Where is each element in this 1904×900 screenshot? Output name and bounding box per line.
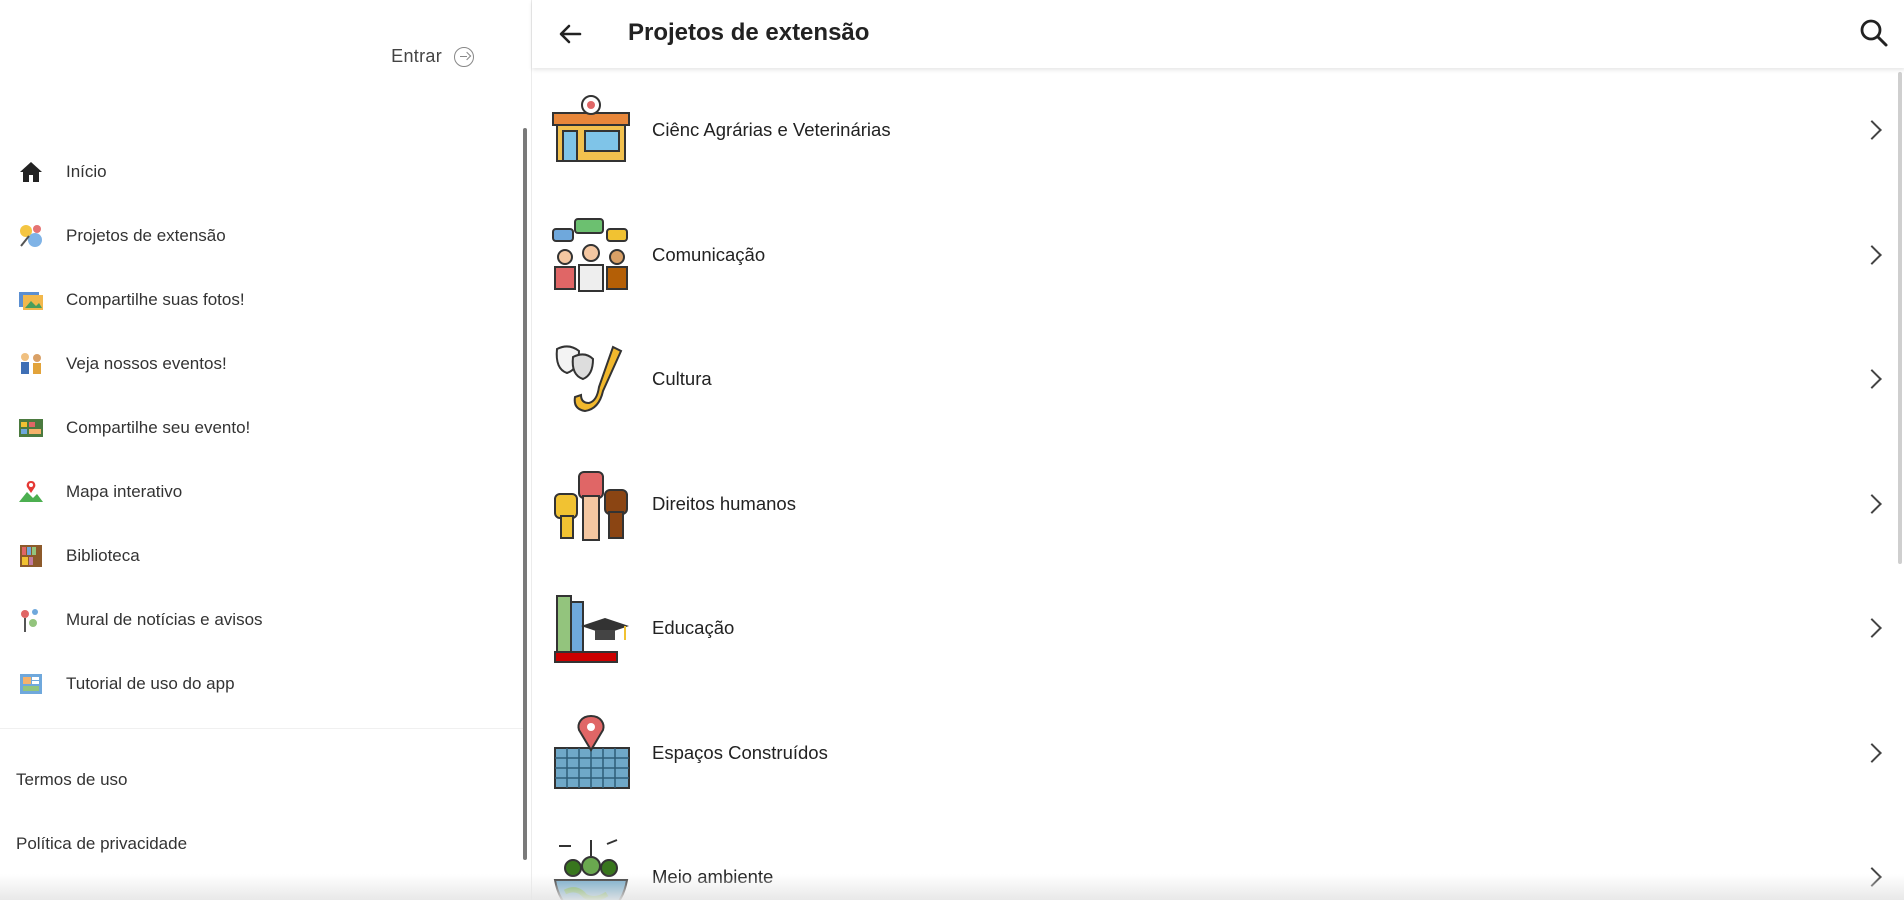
search-icon xyxy=(1860,19,1888,47)
category-list: Ciênc Agrárias e Veterinárias Comunicaçã… xyxy=(532,68,1904,900)
main-content: Projetos de extensão Ciênc Agrárias e Ve… xyxy=(531,0,1904,900)
chevron-right-icon xyxy=(1862,120,1882,141)
sidebar-item-tutorial[interactable]: Tutorial de uso do app xyxy=(0,652,526,716)
environment-plants-icon xyxy=(550,836,632,900)
list-item-meio-ambiente[interactable]: Meio ambiente xyxy=(532,815,1904,900)
category-label: Educação xyxy=(652,617,735,639)
photos-icon xyxy=(16,285,46,315)
list-item-cultura[interactable]: Cultura xyxy=(532,317,1904,442)
communication-people-icon xyxy=(550,214,632,296)
home-icon xyxy=(16,157,46,187)
map-icon xyxy=(16,477,46,507)
list-item-direitos[interactable]: Direitos humanos xyxy=(532,442,1904,567)
terms-link[interactable]: Termos de uso xyxy=(16,748,187,812)
chevron-right-icon xyxy=(1862,493,1882,514)
sidebar-item-mural[interactable]: Mural de notícias e avisos xyxy=(0,588,526,652)
human-rights-fists-icon xyxy=(550,463,632,545)
sidebar-item-label: Projetos de extensão xyxy=(66,226,226,245)
navigation-drawer: Entrar Início Projetos de extensão Compa… xyxy=(0,0,527,900)
page-title: Projetos de extensão xyxy=(628,19,870,46)
built-spaces-map-pin-icon xyxy=(550,712,632,794)
search-button[interactable] xyxy=(1857,16,1891,50)
chevron-right-icon xyxy=(1862,867,1882,888)
sidebar-item-label: Veja nossos eventos! xyxy=(66,354,227,373)
sidebar-item-eventos[interactable]: Veja nossos eventos! xyxy=(0,332,526,396)
drawer-scrollbar[interactable] xyxy=(523,128,527,860)
sidebar-item-label: Biblioteca xyxy=(66,546,140,565)
list-item-agrarias[interactable]: Ciênc Agrárias e Veterinárias xyxy=(532,68,1904,193)
category-label: Ciênc Agrárias e Veterinárias xyxy=(652,119,891,141)
sidebar-item-mapa[interactable]: Mapa interativo xyxy=(0,460,526,524)
projects-icon xyxy=(16,221,46,251)
category-label: Direitos humanos xyxy=(652,492,796,514)
news-icon xyxy=(16,605,46,635)
login-label: Entrar xyxy=(391,46,442,66)
drawer-header: Entrar xyxy=(0,0,526,128)
sidebar-item-fotos[interactable]: Compartilhe suas fotos! xyxy=(0,268,526,332)
share-event-icon xyxy=(16,413,46,443)
tutorial-icon xyxy=(16,669,46,699)
culture-masks-saxophone-icon xyxy=(550,338,632,420)
sidebar-item-compartilhe-evento[interactable]: Compartilhe seu evento! xyxy=(0,396,526,460)
sidebar-item-label: Tutorial de uso do app xyxy=(66,674,235,693)
sidebar-item-projetos[interactable]: Projetos de extensão xyxy=(0,204,526,268)
back-button[interactable] xyxy=(554,18,586,50)
chevron-right-icon xyxy=(1862,618,1882,639)
arrow-left-icon xyxy=(559,24,582,44)
sidebar-item-label: Início xyxy=(66,162,107,181)
library-icon xyxy=(16,541,46,571)
category-label: Cultura xyxy=(652,368,712,390)
drawer-menu: Início Projetos de extensão Compartilhe … xyxy=(0,140,526,716)
sidebar-item-label: Mural de notícias e avisos xyxy=(66,610,263,629)
app-bar: Projetos de extensão xyxy=(532,0,1904,68)
sidebar-item-label: Compartilhe seu evento! xyxy=(66,418,251,437)
list-item-comunicacao[interactable]: Comunicação xyxy=(532,193,1904,318)
sidebar-item-inicio[interactable]: Início xyxy=(0,140,526,204)
drawer-footer: Termos de uso Política de privacidade xyxy=(16,748,187,876)
category-label: Espaços Construídos xyxy=(652,741,828,763)
chevron-right-icon xyxy=(1862,742,1882,763)
sidebar-item-label: Mapa interativo xyxy=(66,482,183,501)
agrarian-store-icon xyxy=(550,89,632,171)
category-label: Meio ambiente xyxy=(652,866,774,888)
privacy-link[interactable]: Política de privacidade xyxy=(16,812,187,876)
events-icon xyxy=(16,349,46,379)
list-item-espacos[interactable]: Espaços Construídos xyxy=(532,691,1904,816)
education-books-cap-icon xyxy=(550,587,632,669)
chevron-right-icon xyxy=(1862,244,1882,265)
category-label: Comunicação xyxy=(652,243,766,265)
login-icon xyxy=(454,46,474,67)
drawer-divider xyxy=(0,728,526,729)
login-button[interactable]: Entrar xyxy=(391,46,474,67)
list-item-educacao[interactable]: Educação xyxy=(532,566,1904,691)
chevron-right-icon xyxy=(1862,369,1882,390)
sidebar-item-label: Compartilhe suas fotos! xyxy=(66,290,245,309)
sidebar-item-biblioteca[interactable]: Biblioteca xyxy=(0,524,526,588)
content-scrollbar[interactable] xyxy=(1898,72,1902,564)
